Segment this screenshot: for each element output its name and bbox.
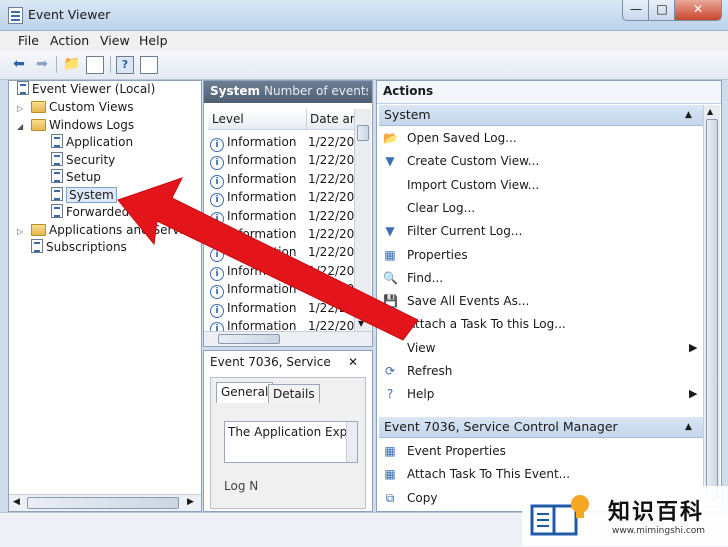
annotation-arrow: [117, 177, 419, 341]
book-lightbulb-logo: [530, 495, 589, 536]
watermark-url: www.mimingshi.com: [612, 526, 706, 536]
watermark: 知识百科 www.mimingshi.com: [522, 486, 728, 546]
red-arrow-shape: [117, 177, 419, 341]
watermark-brand: 知识百科: [608, 500, 705, 525]
